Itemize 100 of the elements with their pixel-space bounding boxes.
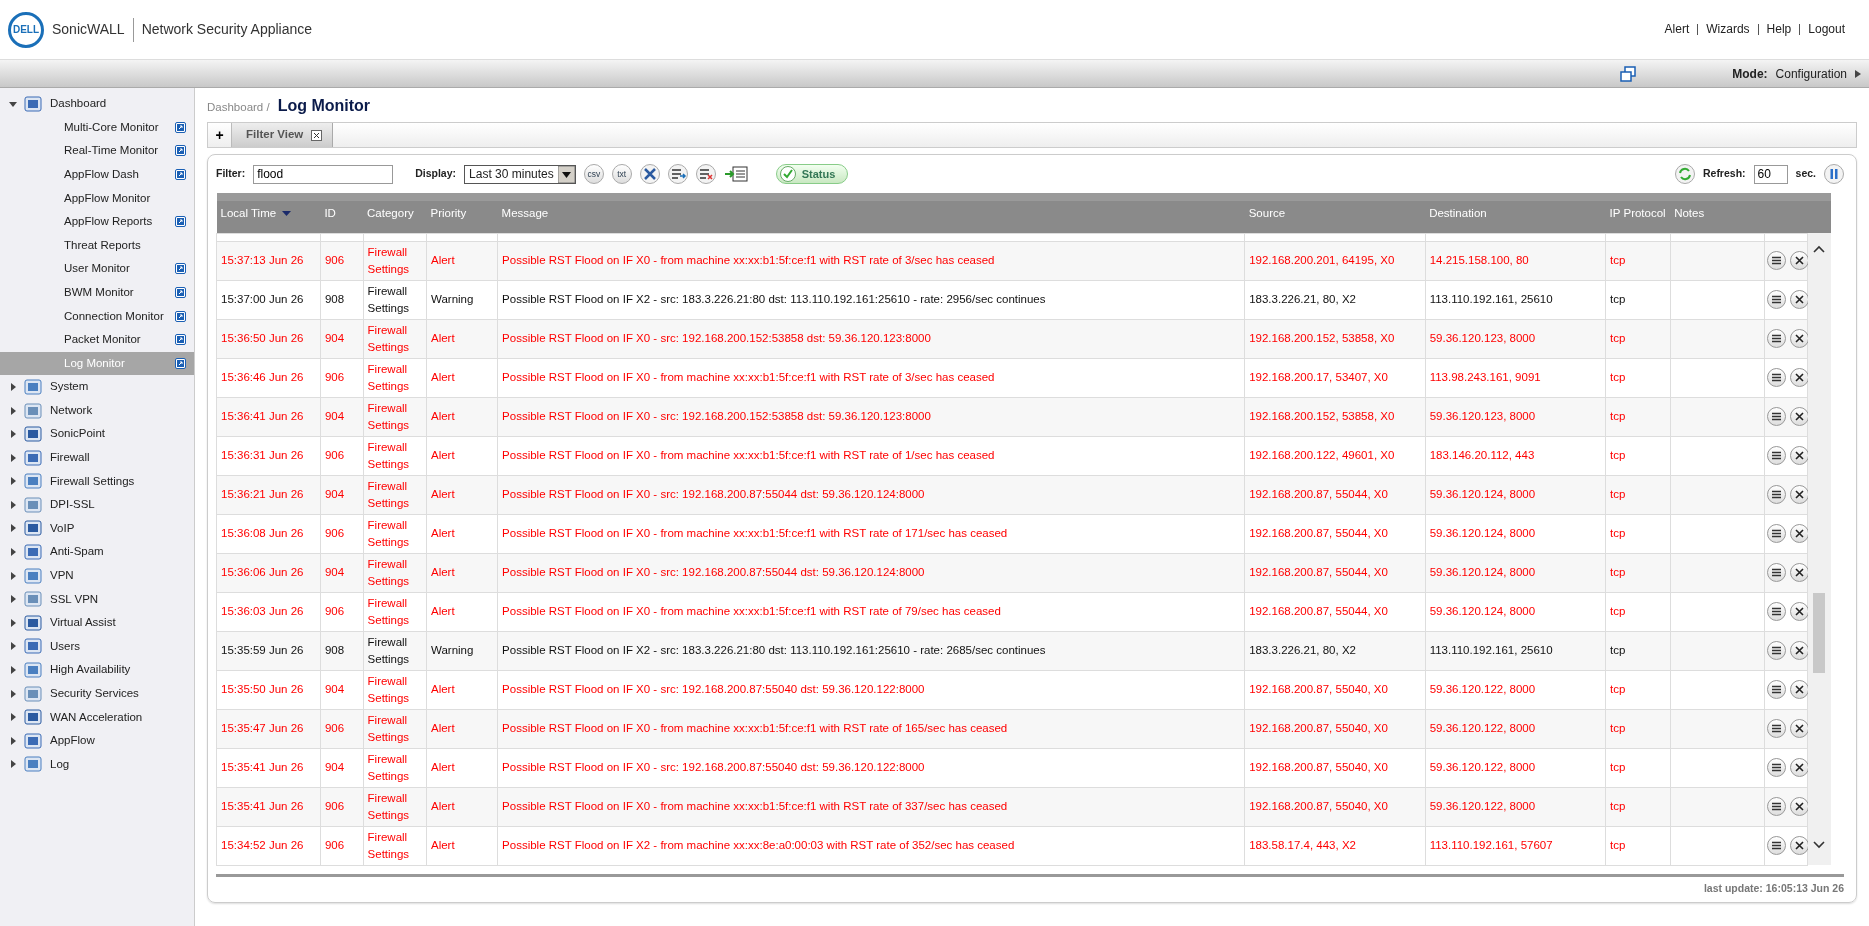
caret-icon[interactable] xyxy=(1855,69,1861,78)
delete-button[interactable] xyxy=(1789,251,1809,270)
sidebar-item[interactable]: Security Services xyxy=(50,685,139,703)
sidebar-subitem[interactable]: Real-Time Monitor xyxy=(0,139,194,163)
details-button[interactable] xyxy=(1766,641,1786,660)
details-button[interactable] xyxy=(1766,446,1786,465)
popout-icon[interactable] xyxy=(175,216,186,228)
delete-button[interactable] xyxy=(1789,485,1809,504)
popout-icon[interactable] xyxy=(175,145,186,157)
breadcrumb-link[interactable]: Dashboard / xyxy=(207,99,270,117)
details-button[interactable] xyxy=(1766,602,1786,621)
sidebar-subitem[interactable]: AppFlow Monitor xyxy=(0,186,194,210)
export-lines-icon[interactable] xyxy=(667,164,688,184)
table-cell: 15:37:00 Jun 26 xyxy=(216,280,321,319)
details-button[interactable] xyxy=(1766,680,1786,699)
popout-icon[interactable] xyxy=(175,287,186,299)
sidebar-subitem[interactable]: Multi-Core Monitor xyxy=(0,115,194,140)
sidebar-item[interactable]: Network xyxy=(50,401,93,420)
table-cell: tcp xyxy=(1605,631,1671,670)
delete-button[interactable] xyxy=(1789,797,1809,816)
status-button[interactable]: Status xyxy=(775,164,849,184)
sidebar-item[interactable]: Anti-Spam xyxy=(50,543,104,561)
import-list-icon[interactable] xyxy=(723,165,748,183)
export-button[interactable]: csv xyxy=(583,164,604,184)
pause-icon[interactable] xyxy=(1824,164,1844,184)
details-button[interactable] xyxy=(1766,290,1786,309)
sidebar-subitem[interactable]: AppFlow Reports xyxy=(0,209,194,234)
sidebar-item[interactable]: VoIP xyxy=(50,519,75,538)
sidebar-subitem[interactable]: BWM Monitor xyxy=(0,280,194,305)
sidebar-subitem[interactable]: User Monitor xyxy=(0,257,194,281)
table-cell: Possible RST Flood on IF X2 - from machine xx:xx:8e:a0:00:03 with RST rate of 352/sec has ceased xyxy=(497,826,1245,865)
sidebar-item[interactable]: High Availability xyxy=(50,661,131,679)
sidebar-item[interactable]: SonicPoint xyxy=(50,425,105,443)
details-button[interactable] xyxy=(1766,836,1786,855)
sidebar-item[interactable]: DPI-SSL xyxy=(50,496,95,514)
sidebar-item[interactable]: SSL VPN xyxy=(50,590,99,608)
refresh-field[interactable]: 60 xyxy=(1753,164,1788,184)
sidebar-subitem[interactable]: Threat Reports xyxy=(0,233,194,258)
sidebar-item[interactable]: Log xyxy=(50,755,70,774)
filter-field[interactable]: flood xyxy=(253,164,394,184)
popout-icon[interactable] xyxy=(175,169,186,181)
tile-icon xyxy=(24,495,42,514)
popout-icon[interactable] xyxy=(175,121,186,133)
delete-button[interactable] xyxy=(1789,524,1809,543)
popout-icon[interactable] xyxy=(175,334,186,346)
delete-button[interactable] xyxy=(1789,641,1809,660)
details-button[interactable] xyxy=(1766,719,1786,738)
delete-button[interactable] xyxy=(1789,836,1809,855)
details-button[interactable] xyxy=(1766,758,1786,777)
scroll-up-icon[interactable] xyxy=(1812,245,1825,253)
details-button[interactable] xyxy=(1766,368,1786,387)
delete-button[interactable] xyxy=(1789,407,1809,426)
sidebar-item[interactable]: Firewall Settings xyxy=(50,472,135,490)
header-link[interactable]: Alert xyxy=(1656,24,1698,35)
table-cell: 15:36:03 Jun 26 xyxy=(216,592,321,631)
sort-desc-icon[interactable] xyxy=(282,210,292,217)
sidebar-subitem[interactable]: Connection Monitor xyxy=(0,304,194,328)
sidebar-item[interactable]: Users xyxy=(50,637,81,656)
delete-button[interactable] xyxy=(1789,290,1809,309)
close-icon[interactable] xyxy=(311,129,323,141)
delete-button[interactable] xyxy=(1789,680,1809,699)
sidebar-item[interactable]: Virtual Assist xyxy=(50,614,116,632)
delete-button[interactable] xyxy=(1789,446,1809,465)
sidebar-subitem[interactable]: Packet Monitor xyxy=(0,327,194,352)
table-cell: 14.215.158.100, 80 xyxy=(1425,241,1606,280)
popout-icon[interactable] xyxy=(175,310,186,322)
sidebar-item[interactable]: System xyxy=(50,378,89,396)
details-button[interactable] xyxy=(1766,524,1786,543)
sidebar-item[interactable]: VPN xyxy=(50,567,74,585)
header-link[interactable]: Help xyxy=(1757,24,1800,35)
scroll-thumb[interactable] xyxy=(1812,593,1825,673)
sidebar-item[interactable]: Firewall xyxy=(50,449,90,467)
clear-lines-icon[interactable] xyxy=(695,164,716,184)
delete-button[interactable] xyxy=(1789,329,1809,348)
scroll-down-icon[interactable] xyxy=(1812,841,1825,849)
export-button[interactable]: txt xyxy=(611,164,632,184)
delete-button[interactable] xyxy=(1789,758,1809,777)
sidebar-subitem[interactable]: AppFlow Dash xyxy=(0,162,194,187)
popout-icon[interactable] xyxy=(175,357,186,369)
delete-button[interactable] xyxy=(1789,563,1809,582)
header-link[interactable]: Logout xyxy=(1799,24,1853,35)
filter-tab[interactable]: Filter View xyxy=(232,123,334,147)
details-button[interactable] xyxy=(1766,563,1786,582)
details-button[interactable] xyxy=(1766,797,1786,816)
details-button[interactable] xyxy=(1766,329,1786,348)
delete-button[interactable] xyxy=(1789,368,1809,387)
details-button[interactable] xyxy=(1766,251,1786,270)
refresh-icon[interactable] xyxy=(1674,164,1695,184)
mode-value[interactable]: Configuration xyxy=(1775,64,1847,83)
windows-icon[interactable] xyxy=(1620,65,1637,82)
popout-icon[interactable] xyxy=(175,263,186,275)
delete-button[interactable] xyxy=(1789,602,1809,621)
delete-button[interactable] xyxy=(1789,719,1809,738)
sidebar-item[interactable]: Dashboard xyxy=(50,95,107,113)
details-button[interactable] xyxy=(1766,407,1786,426)
sidebar-item[interactable]: WAN Acceleration xyxy=(50,708,143,726)
display-dropdown[interactable]: Last 30 minutes xyxy=(464,164,576,184)
details-button[interactable] xyxy=(1766,485,1786,504)
header-link[interactable]: Wizards xyxy=(1697,24,1758,35)
sidebar-item[interactable]: AppFlow xyxy=(50,732,95,750)
